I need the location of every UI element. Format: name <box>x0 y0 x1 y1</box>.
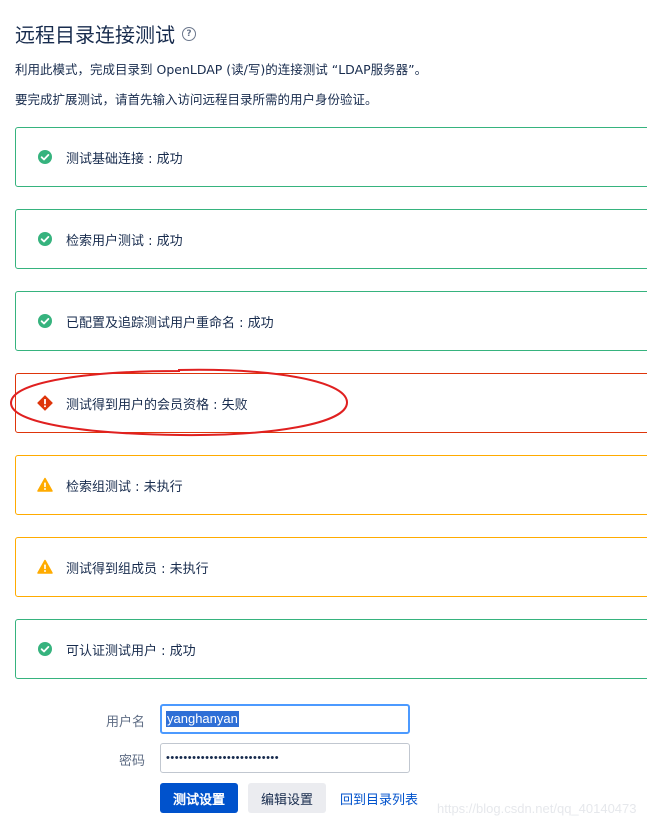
watermark: https://blog.csdn.net/qq_40140473 <box>437 801 637 816</box>
username-label: 用户名 <box>105 715 145 730</box>
password-label: 密码 <box>118 754 145 769</box>
test-result-label: 测试基础连接 : 成功 <box>66 151 183 167</box>
page-title: 远程目录连接测试 ? <box>15 19 196 48</box>
test-result-group-members: 测试得到组成员 : 未执行 <box>15 537 647 597</box>
test-result-label: 可认证测试用户 : 成功 <box>66 643 196 659</box>
password-value: •••••••••••••••••••••••••• <box>166 752 280 764</box>
test-result-label: 检索组测试 : 未执行 <box>66 479 183 495</box>
warning-triangle-icon <box>37 559 53 574</box>
username-input[interactable]: yanghanyan <box>160 704 410 734</box>
check-circle-icon <box>38 314 52 328</box>
test-result-basic-connection: 测试基础连接 : 成功 <box>15 127 647 187</box>
test-result-user-membership: 测试得到用户的会员资格 : 失败 <box>15 373 647 433</box>
test-result-auth-user: 可认证测试用户 : 成功 <box>15 619 647 679</box>
edit-settings-button[interactable]: 编辑设置 <box>248 783 326 813</box>
test-result-label: 测试得到组成员 : 未执行 <box>66 561 209 577</box>
test-settings-button[interactable]: 测试设置 <box>160 783 238 813</box>
test-result-group-search: 检索组测试 : 未执行 <box>15 455 647 515</box>
description-line-2: 要完成扩展测试，请首先输入访问远程目录所需的用户身份验证。 <box>15 92 378 107</box>
test-result-label: 已配置及追踪测试用户重命名 : 成功 <box>66 315 274 331</box>
check-circle-icon <box>38 150 52 164</box>
check-circle-icon <box>38 642 52 656</box>
test-result-label: 测试得到用户的会员资格 : 失败 <box>66 397 248 413</box>
back-to-directory-list-link[interactable]: 回到目录列表 <box>335 783 423 813</box>
help-icon[interactable]: ? <box>182 26 196 41</box>
password-input[interactable]: •••••••••••••••••••••••••• <box>160 743 410 773</box>
check-circle-icon <box>38 232 52 246</box>
description-line-1: 利用此模式，完成目录到 OpenLDAP (读/写)的连接测试 “LDAP服务器… <box>15 62 428 77</box>
page-title-text: 远程目录连接测试 <box>15 23 175 47</box>
test-result-user-rename: 已配置及追踪测试用户重命名 : 成功 <box>15 291 647 351</box>
error-diamond-icon <box>37 395 53 411</box>
test-result-user-search: 检索用户测试 : 成功 <box>15 209 647 269</box>
warning-triangle-icon <box>37 477 53 492</box>
test-result-label: 检索用户测试 : 成功 <box>66 233 183 249</box>
username-value: yanghanyan <box>166 711 239 727</box>
